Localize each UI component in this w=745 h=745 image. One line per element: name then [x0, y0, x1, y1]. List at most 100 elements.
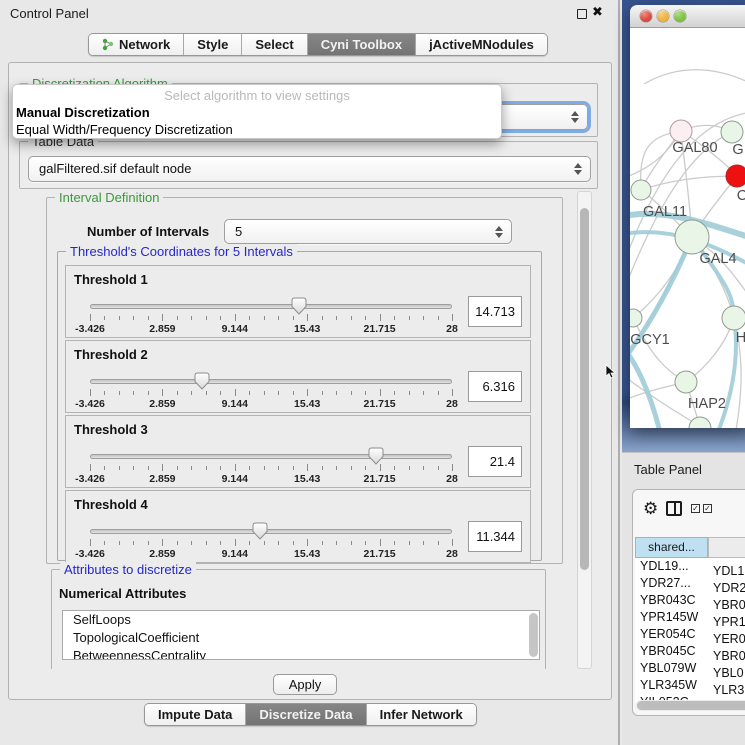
- tick-mark: [351, 391, 352, 395]
- tab-impute-data[interactable]: Impute Data: [145, 704, 246, 725]
- table-row[interactable]: YPR145WYPR1: [635, 609, 745, 626]
- table-data-combobox[interactable]: galFiltered.sif default node: [28, 156, 591, 182]
- gear-icon[interactable]: ⚙: [643, 500, 658, 517]
- tab-jactivemnodules[interactable]: jActiveMNodules: [416, 34, 547, 55]
- tick-mark: [423, 316, 424, 320]
- tick-mark: [191, 316, 192, 320]
- tick-mark: [148, 316, 149, 320]
- table-row[interactable]: YLR345WYLR3: [635, 677, 745, 694]
- cell-shared-name: YBR045C: [635, 643, 707, 660]
- slider-track[interactable]: [90, 454, 452, 459]
- table-row[interactable]: YDL19...YDL1: [635, 558, 745, 575]
- tick-mark: [119, 541, 120, 545]
- tick-mark: [336, 316, 337, 320]
- network-node-gal80[interactable]: [670, 120, 692, 142]
- float-window-icon[interactable]: [577, 9, 587, 19]
- threshold-value-field[interactable]: 6.316: [468, 371, 522, 402]
- tick-label: 28: [446, 323, 458, 335]
- close-icon[interactable]: ✖: [592, 4, 603, 20]
- cell-shared-name: YLR345W: [635, 677, 707, 694]
- threshold-value-field[interactable]: 11.344: [468, 521, 522, 552]
- tab-style[interactable]: Style: [184, 34, 242, 55]
- number-of-intervals-combobox[interactable]: 5: [224, 219, 512, 244]
- tab-network[interactable]: Network: [89, 34, 184, 55]
- tab-label: Infer Network: [380, 707, 463, 722]
- network-node-hap2[interactable]: [675, 371, 697, 393]
- network-view-window[interactable]: GAL80GCGAL11GAL4GCY1HHAP2: [630, 5, 745, 428]
- checkbox-icon[interactable]: ✓: [703, 504, 712, 513]
- checkbox-icon[interactable]: ✓: [691, 504, 700, 513]
- network-edge[interactable]: [641, 176, 737, 190]
- tick-mark: [423, 466, 424, 470]
- slider-handle[interactable]: [291, 297, 307, 315]
- minimize-light[interactable]: [657, 10, 669, 22]
- list-scrollbar[interactable]: [529, 613, 538, 657]
- network-icon: [102, 38, 114, 51]
- column-header-shared-name[interactable]: shared...: [635, 537, 708, 558]
- tick-mark: [452, 539, 453, 546]
- tab-label: jActiveMNodules: [429, 37, 534, 52]
- scrollbar-thumb[interactable]: [637, 701, 745, 710]
- threshold-value-field[interactable]: 14.713: [468, 296, 522, 327]
- columns-icon[interactable]: [666, 501, 682, 516]
- threshold-slider[interactable]: -3.4262.8599.14415.4321.71528: [90, 416, 452, 489]
- table-body: YDL19...YDL1YDR27...YDR2YBR043CYBR0YPR14…: [635, 558, 745, 702]
- tick-mark: [133, 391, 134, 395]
- slider-handle[interactable]: [252, 522, 268, 540]
- tick-label: 2.859: [149, 473, 175, 485]
- slider-track[interactable]: [90, 379, 452, 384]
- tick-mark: [365, 466, 366, 470]
- table-row[interactable]: YBL079WYBL0: [635, 660, 745, 677]
- dropdown-option[interactable]: Equal Width/Frequency Discretization: [16, 122, 233, 137]
- network-node-h[interactable]: [722, 306, 745, 330]
- threshold-slider[interactable]: -3.4262.8599.14415.4321.71528: [90, 491, 452, 564]
- numerical-attributes-list[interactable]: SelfLoopsTopologicalCoefficientBetweenne…: [62, 610, 540, 660]
- threshold-slider[interactable]: -3.4262.8599.14415.4321.71528: [90, 266, 452, 339]
- slider-handle[interactable]: [194, 372, 210, 390]
- table-h-scrollbar[interactable]: [636, 700, 745, 711]
- dropdown-option[interactable]: Manual Discretization: [16, 105, 150, 120]
- zoom-light[interactable]: [674, 10, 686, 22]
- network-canvas[interactable]: GAL80GCGAL11GAL4GCY1HHAP2: [630, 28, 745, 428]
- network-window-titlebar[interactable]: [630, 5, 745, 28]
- network-node-c[interactable]: [726, 165, 745, 187]
- attribute-list-item[interactable]: BetweennessCentrality: [63, 647, 539, 660]
- tick-mark: [351, 466, 352, 470]
- settings-scrollbar[interactable]: [577, 191, 592, 669]
- threshold-slider[interactable]: -3.4262.8599.14415.4321.71528: [90, 341, 452, 414]
- column-header-name[interactable]: na: [708, 537, 745, 558]
- network-node-gal11[interactable]: [631, 180, 651, 200]
- network-edge[interactable]: [644, 70, 745, 84]
- tick-mark: [293, 391, 294, 395]
- table-row[interactable]: YER054CYER0: [635, 626, 745, 643]
- network-node-g[interactable]: [721, 121, 743, 143]
- mouse-cursor: [605, 364, 616, 380]
- tick-mark: [336, 466, 337, 470]
- thresholds-group: Threshold's Coordinates for 5 Intervals …: [57, 251, 542, 561]
- slider-track[interactable]: [90, 304, 452, 309]
- tick-label: -3.426: [75, 398, 105, 410]
- tick-label: 21.715: [364, 398, 396, 410]
- table-row[interactable]: YDR27...YDR2: [635, 575, 745, 592]
- network-node[interactable]: [689, 417, 711, 428]
- attribute-list-item[interactable]: TopologicalCoefficient: [63, 629, 539, 647]
- network-node-gal4[interactable]: [675, 220, 709, 254]
- threshold-value-field[interactable]: 21.4: [468, 446, 522, 477]
- apply-button[interactable]: Apply: [273, 674, 337, 695]
- tick-label: 15.43: [294, 323, 320, 335]
- tick-mark: [162, 314, 163, 321]
- tab-infer-network[interactable]: Infer Network: [367, 704, 476, 725]
- close-light[interactable]: [640, 10, 652, 22]
- attribute-list-item[interactable]: SelfLoops: [63, 611, 539, 629]
- tick-label: 9.144: [222, 473, 248, 485]
- network-edge[interactable]: [630, 346, 660, 428]
- tick-mark: [394, 541, 395, 545]
- tab-discretize-data[interactable]: Discretize Data: [246, 704, 366, 725]
- slider-handle[interactable]: [368, 447, 384, 465]
- tab-select[interactable]: Select: [242, 34, 307, 55]
- table-row[interactable]: YBR043CYBR0: [635, 592, 745, 609]
- tab-cyni-toolbox[interactable]: Cyni Toolbox: [308, 34, 416, 55]
- scrollbar-thumb[interactable]: [580, 208, 589, 570]
- table-row[interactable]: YBR045CYBR0: [635, 643, 745, 660]
- slider-track[interactable]: [90, 529, 452, 534]
